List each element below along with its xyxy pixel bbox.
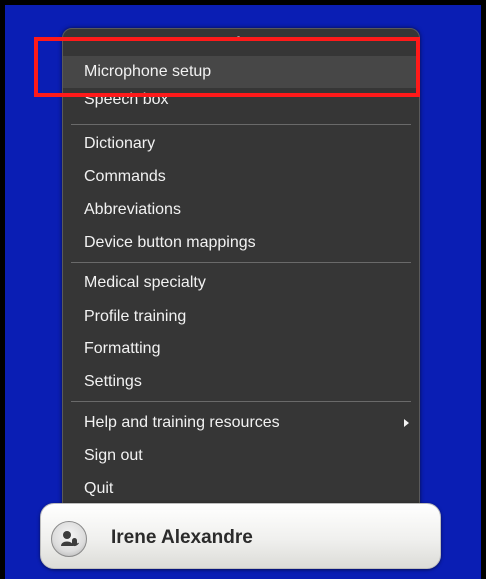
- menu-item-quit[interactable]: Quit: [63, 473, 419, 505]
- user-name: Irene Alexandre: [111, 527, 253, 548]
- menu-separator: [71, 401, 411, 402]
- submenu-arrow-icon: [404, 419, 409, 427]
- menu-item-dictionary[interactable]: Dictionary: [63, 128, 419, 160]
- menu-item-label: Sign out: [84, 447, 143, 464]
- menu-item-label: Medical specialty: [84, 274, 206, 291]
- highlight-box: [34, 37, 420, 97]
- menu-item-label: Quit: [84, 480, 114, 497]
- menu-item-label: Settings: [84, 373, 142, 390]
- user-profile-button[interactable]: Irene Alexandre: [40, 503, 441, 569]
- menu-item-profile-training[interactable]: Profile training: [63, 301, 419, 333]
- menu-item-label: Formatting: [84, 340, 161, 357]
- context-menu: Microphone setup Speech box Dictionary C…: [62, 28, 420, 510]
- menu-separator: [71, 124, 411, 125]
- menu-item-device-button-mappings[interactable]: Device button mappings: [63, 227, 419, 259]
- microphone-person-icon: [61, 531, 79, 547]
- menu-separator: [71, 262, 411, 263]
- menu-item-label: Profile training: [84, 308, 187, 325]
- menu-item-abbreviations[interactable]: Abbreviations: [63, 194, 419, 226]
- menu-item-label: Device button mappings: [84, 234, 256, 251]
- menu-item-label: Dictionary: [84, 135, 156, 152]
- menu-item-commands[interactable]: Commands: [63, 161, 419, 193]
- menu-item-medical-specialty[interactable]: Medical specialty: [63, 267, 419, 299]
- menu-item-label: Help and training resources: [84, 414, 280, 431]
- menu-item-label: Commands: [84, 168, 166, 185]
- menu-item-sign-out[interactable]: Sign out: [63, 440, 419, 472]
- menu-item-label: Abbreviations: [84, 201, 181, 218]
- menu-item-formatting[interactable]: Formatting: [63, 333, 419, 365]
- user-avatar: [51, 521, 87, 557]
- menu-item-help-and-training-resources[interactable]: Help and training resources: [63, 407, 419, 439]
- menu-item-settings[interactable]: Settings: [63, 366, 419, 398]
